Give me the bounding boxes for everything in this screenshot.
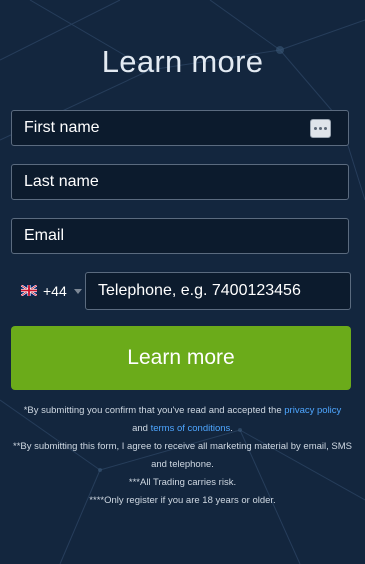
disclaimer-line-1-and: and — [132, 423, 151, 434]
more-dots-icon[interactable] — [310, 119, 331, 138]
chevron-down-icon — [73, 289, 82, 294]
email-input[interactable] — [12, 219, 348, 253]
first-name-field-wrapper — [11, 110, 349, 146]
disclaimer-line-1-end: . — [230, 423, 233, 434]
country-code-select[interactable]: +44 — [11, 272, 83, 309]
last-name-input[interactable] — [12, 165, 348, 199]
email-field-wrapper — [11, 218, 349, 254]
telephone-field-wrapper — [85, 272, 351, 310]
disclaimer-line-1-prefix: *By submitting you confirm that you've r… — [23, 405, 285, 416]
disclaimer-line-1: *By submitting you confirm that you've r… — [8, 402, 357, 438]
country-code-label: +44 — [43, 282, 67, 299]
disclaimer-line-3: ***All Trading carries risk. — [128, 477, 237, 488]
legal-disclaimer: *By submitting you confirm that you've r… — [8, 402, 357, 510]
first-name-input[interactable] — [12, 111, 348, 145]
learn-more-submit-button[interactable]: Learn more — [11, 326, 351, 390]
disclaimer-line-4: ****Only register if you are 18 years or… — [89, 495, 276, 506]
lead-form: Learn more +44 Learn more *By submitting… — [0, 0, 365, 564]
terms-link[interactable]: terms of conditions — [151, 423, 231, 434]
form-title: Learn more — [101, 44, 264, 79]
last-name-field-wrapper — [11, 164, 349, 200]
telephone-input[interactable] — [86, 273, 350, 309]
privacy-policy-link[interactable]: privacy policy — [284, 405, 341, 416]
disclaimer-line-2: **By submitting this form, I agree to re… — [13, 441, 352, 470]
uk-flag-icon — [21, 285, 37, 296]
